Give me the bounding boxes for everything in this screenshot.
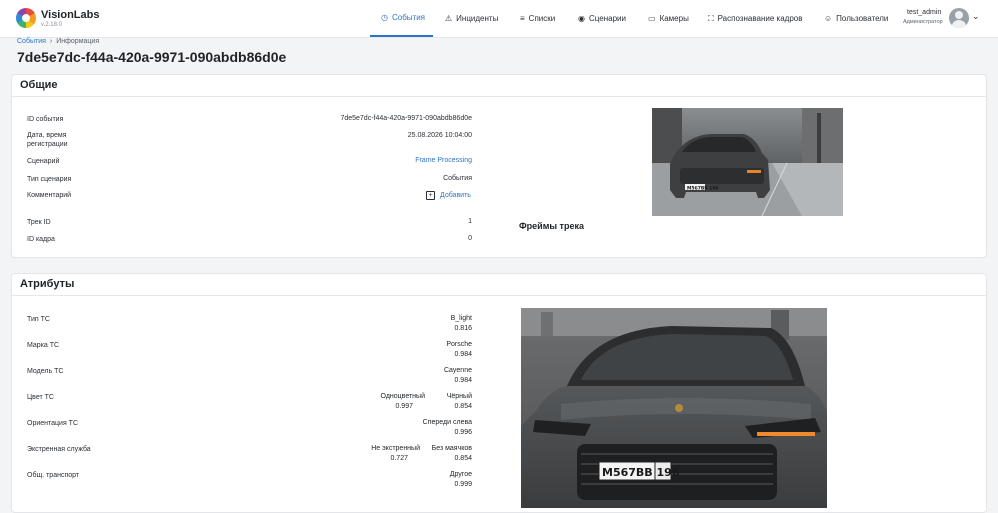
app-name: VisionLabs: [41, 9, 100, 21]
attr-value-vehicle-type: B_light 0.816: [450, 315, 472, 332]
car-photo-small: М567ВВ 196: [652, 108, 843, 216]
list-icon: ≡: [520, 14, 525, 23]
license-plate-text: М567ВВ 196: [602, 466, 680, 479]
field-label-scenario-type: Тип сценария: [27, 176, 72, 183]
frame-icon: ⛶: [708, 13, 714, 23]
field-value-track-id: 1: [468, 218, 472, 225]
field-label-event-id: ID события: [27, 116, 64, 123]
attr-label-public-transport: Общ. транспорт: [27, 472, 80, 479]
general-card-title: Общие: [20, 79, 58, 91]
license-plate-text: М567ВВ 196: [687, 186, 719, 192]
attr-value-brand: Porsche 0.984: [446, 341, 472, 358]
page-title: 7de5e7dc-f44a-420a-9971-090abdb86d0e: [17, 49, 287, 65]
plus-icon: +: [426, 191, 435, 200]
nav-frame-recognition[interactable]: ⛶ Распознавание кадров: [697, 0, 813, 37]
field-value-scenario-type: События: [443, 175, 472, 182]
attr-label-model: Модель ТС: [27, 368, 64, 375]
nav-cameras[interactable]: ▭ Камеры: [637, 0, 700, 37]
eye-icon: ◉: [578, 14, 585, 23]
field-label-scenario: Сценарий: [27, 158, 60, 165]
breadcrumb: События › Информация: [17, 38, 99, 45]
attr-label-orientation: Ориентация ТС: [27, 420, 79, 427]
attr-value-color-2: Чёрный 0.854: [446, 393, 472, 410]
attr-value-public-transport: Другое 0.999: [449, 471, 472, 488]
nav-events[interactable]: ◷ События: [370, 0, 433, 37]
add-comment-button[interactable]: + Добавить: [426, 191, 471, 200]
attr-label-brand: Марка ТС: [27, 342, 60, 349]
attr-value-model: Cayenne 0.984: [443, 367, 472, 384]
warning-icon: ⚠: [445, 14, 453, 23]
top-navigation-bar: VisionLabs v.2.18.0 ◷ События ⚠ Инциденты …: [0, 0, 998, 38]
chevron-down-icon[interactable]: ⌄: [972, 11, 980, 22]
field-label-comment: Комментарий: [27, 192, 72, 199]
attributes-card: Атрибуты Тип ТС B_light 0.816 Марка ТС P…: [11, 273, 987, 513]
breadcrumb-current: Информация: [56, 38, 100, 45]
attr-value-color-1: Одноцветный 0.997: [380, 393, 425, 410]
nav-scenarios[interactable]: ◉ Сценарии: [567, 0, 637, 37]
field-label-track-id: Трек ID: [27, 219, 51, 226]
scenario-link[interactable]: Frame Processing: [415, 156, 472, 166]
breadcrumb-separator: ›: [49, 38, 53, 45]
field-value-registration-time: 25.08.2026 10:04:00: [407, 132, 472, 139]
attr-label-color: Цвет ТС: [27, 394, 54, 401]
vehicle-crop-image[interactable]: М567ВВ 196: [521, 308, 827, 508]
attr-label-emergency: Экстренная служба: [27, 446, 91, 453]
app-version: v.2.18.0: [41, 22, 62, 28]
field-value-frame-id: 0: [468, 235, 472, 242]
visionlabs-logo-icon[interactable]: [16, 8, 36, 28]
divider: [12, 295, 986, 296]
field-label-frame-id: ID кадра: [27, 236, 55, 243]
car-photo-large: М567ВВ 196: [521, 308, 827, 508]
user-avatar-icon[interactable]: [949, 8, 969, 28]
field-value-event-id: 7de5e7dc-f44a-420a-9971-090abdb86d0e: [340, 115, 472, 122]
event-frame-image[interactable]: М567ВВ 196: [652, 108, 843, 216]
camera-icon: ▭: [648, 14, 656, 23]
attributes-card-title: Атрибуты: [20, 278, 75, 290]
nav-incidents[interactable]: ⚠ Инциденты: [434, 0, 509, 37]
attr-label-vehicle-type: Тип ТС: [27, 316, 50, 323]
clock-icon: ◷: [381, 13, 388, 22]
nav-users[interactable]: ☺ Пользователи: [813, 0, 899, 37]
attr-value-emergency-1: Не экстренный 0.727: [371, 445, 420, 462]
track-frames-title: Фреймы трека: [519, 221, 584, 231]
divider: [12, 96, 986, 97]
general-card: Общие ID события 7de5e7dc-f44a-420a-9971…: [11, 74, 987, 258]
user-name: test_admin: [907, 9, 942, 16]
nav-lists[interactable]: ≡ Списки: [509, 0, 566, 37]
breadcrumb-events-link[interactable]: События: [17, 38, 46, 45]
users-icon: ☺: [824, 14, 833, 23]
user-role: Администратор: [903, 19, 943, 25]
attr-value-orientation: Спереди слева 0.996: [422, 419, 472, 436]
attr-value-emergency-2: Без маячков 0.854: [431, 445, 472, 462]
field-label-registration-time: Дата, время регистрации: [27, 132, 68, 148]
